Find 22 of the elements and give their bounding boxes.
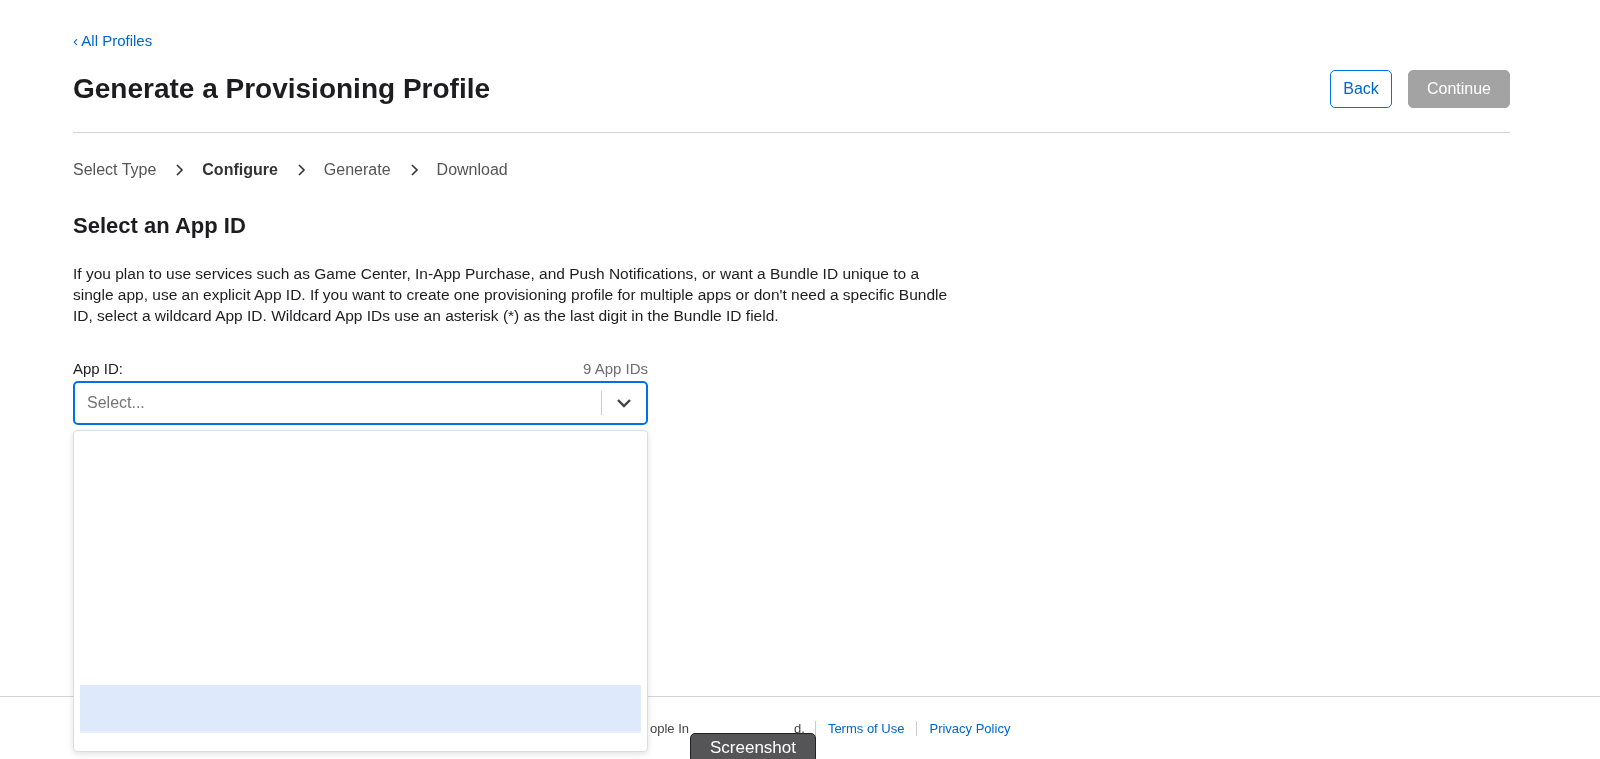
- chevron-right-icon: [295, 164, 306, 176]
- field-label: App ID:: [73, 360, 124, 377]
- step-label: Select Type: [73, 161, 157, 179]
- chevron-right-icon: [174, 164, 185, 176]
- highlighted-option[interactable]: [80, 685, 641, 733]
- app-id-input[interactable]: Select...: [75, 394, 601, 412]
- step-label: Download: [436, 161, 508, 179]
- page-title: Generate a Provisioning Profile: [73, 73, 490, 105]
- back-button[interactable]: Back: [1330, 70, 1392, 108]
- app-id-select[interactable]: Select...: [73, 381, 648, 425]
- section-heading: Select an App ID: [73, 213, 247, 239]
- copyright-text: ople In: [650, 721, 690, 736]
- step-label: Configure: [202, 161, 278, 179]
- chevron-right-icon: [408, 164, 419, 176]
- description-text: If you plan to use services such as Game Center, In-App Purchase, and Push Notifications, or want a Bundle ID unique to a single app, use an explicit App ID. If you want to create one provisioning profile for multiple apps or don't need a specific Bundle ID, select a wildcard App ID. Wildcard App IDs use an asterisk (*) as the last digit in the Bundle ID field.: [73, 264, 949, 326]
- all-profiles-link[interactable]: ‹ All Profiles: [73, 32, 153, 49]
- chevron-down-icon: [616, 398, 632, 408]
- app-id-count: 9 App IDs: [582, 360, 648, 377]
- screenshot-tooltip: Screenshot: [690, 733, 816, 759]
- footer-link[interactable]: Privacy Policy: [916, 721, 1023, 736]
- copyright-text: d.: [794, 721, 805, 736]
- step-label: Generate: [323, 161, 391, 179]
